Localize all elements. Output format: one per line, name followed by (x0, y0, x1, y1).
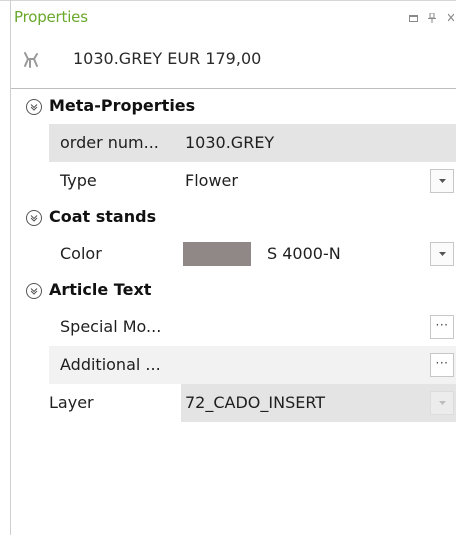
property-name: Layer (49, 393, 94, 412)
property-row-additional[interactable]: Additional ... ··· (11, 346, 456, 384)
category-meta-properties[interactable]: Meta-Properties (11, 89, 456, 124)
property-name: Special Mo... (60, 317, 162, 336)
property-row-type[interactable]: Type Flower (11, 162, 456, 200)
panel-title: Properties (14, 8, 88, 26)
dropdown-button[interactable] (430, 391, 454, 415)
additional-field[interactable]: ··· (181, 346, 456, 384)
properties-panel: Properties 1030.GREY EUR 179,00 Meta-Pro… (0, 0, 456, 535)
property-grid: Meta-Properties order num... 1030.GREY T… (11, 89, 456, 422)
property-row-special[interactable]: Special Mo... ··· (11, 308, 456, 346)
property-value: S 4000-N (267, 244, 341, 263)
selected-object-label: 1030.GREY EUR 179,00 (73, 49, 262, 68)
property-value: 72_CADO_INSERT (185, 393, 326, 412)
ellipsis-button[interactable]: ··· (430, 353, 454, 377)
selected-object-bar: 1030.GREY EUR 179,00 (11, 38, 456, 82)
order-number-field[interactable]: 1030.GREY (181, 124, 456, 162)
category-label: Coat stands (49, 207, 157, 226)
color-select[interactable]: S 4000-N (181, 235, 456, 273)
category-label: Meta-Properties (49, 96, 196, 115)
collapse-icon[interactable] (26, 283, 42, 299)
titlebar-buttons (409, 13, 456, 23)
property-name: order num... (60, 133, 159, 152)
property-name: Additional ... (60, 355, 161, 374)
property-row-layer[interactable]: Layer 72_CADO_INSERT (11, 384, 456, 422)
panel-titlebar: Properties (11, 1, 456, 35)
category-coat-stands[interactable]: Coat stands (11, 200, 456, 235)
color-swatch (183, 242, 251, 266)
maximize-icon[interactable] (409, 14, 418, 22)
property-row-order-number[interactable]: order num... 1030.GREY (11, 124, 456, 162)
property-value: Flower (185, 171, 238, 190)
property-name: Color (60, 244, 102, 263)
layer-select[interactable]: 72_CADO_INSERT (181, 384, 456, 422)
property-value: 1030.GREY (185, 133, 275, 152)
dropdown-button[interactable] (430, 242, 454, 266)
property-row-color[interactable]: Color S 4000-N (11, 235, 456, 273)
type-select[interactable]: Flower (181, 162, 456, 200)
category-article-text[interactable]: Article Text (11, 273, 456, 308)
pin-icon[interactable] (428, 13, 438, 23)
special-field[interactable]: ··· (181, 308, 456, 346)
collapse-icon[interactable] (26, 210, 42, 226)
collapse-icon[interactable] (26, 99, 42, 115)
category-label: Article Text (49, 280, 152, 299)
close-icon[interactable] (448, 13, 456, 23)
property-name: Type (60, 171, 97, 190)
coat-stand-icon (21, 50, 41, 70)
ellipsis-button[interactable]: ··· (430, 315, 454, 339)
dropdown-button[interactable] (430, 169, 454, 193)
